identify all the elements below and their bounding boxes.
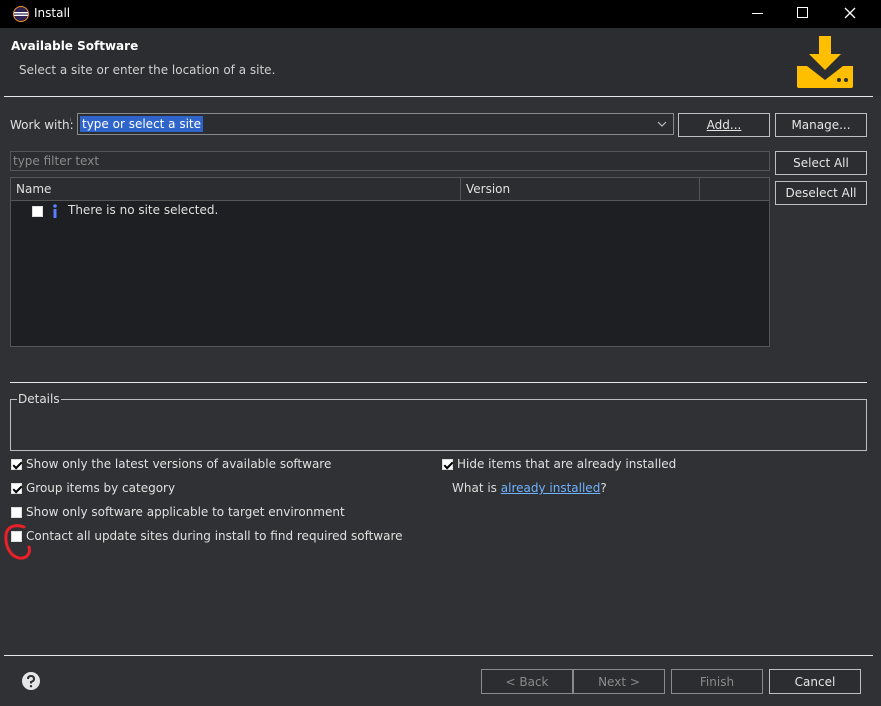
what-is-installed-text: What is already installed?	[452, 481, 607, 495]
what-is-prefix: What is	[452, 481, 497, 495]
select-all-button[interactable]: Select All	[775, 151, 867, 175]
contact-all-sites-label[interactable]: Contact all update sites during install …	[26, 529, 403, 543]
minimize-button[interactable]	[752, 13, 763, 14]
latest-versions-label[interactable]: Show only the latest versions of availab…	[26, 457, 331, 471]
column-divider	[460, 178, 461, 200]
empty-message: There is no site selected.	[68, 203, 219, 217]
dialog-header: Available Software Select a site or ente…	[0, 28, 881, 96]
footer-separator	[4, 655, 873, 656]
help-icon[interactable]	[21, 671, 41, 691]
info-icon	[51, 203, 59, 219]
back-button[interactable]: < Back	[481, 669, 573, 694]
page-subtitle: Select a site or enter the location of a…	[19, 63, 276, 77]
finish-button[interactable]: Finish	[671, 669, 763, 694]
group-by-category-label[interactable]: Group items by category	[26, 481, 175, 495]
software-table[interactable]: Name Version There is no site selected.	[10, 177, 770, 347]
maximize-button[interactable]	[797, 7, 808, 18]
already-installed-link[interactable]: already installed	[501, 481, 601, 495]
title-bar: Install	[0, 0, 881, 28]
red-circle-annotation	[2, 522, 34, 562]
filter-input[interactable]: type filter text	[13, 154, 99, 168]
next-button[interactable]: Next >	[573, 669, 665, 694]
filter-input-box[interactable]: type filter text	[10, 151, 770, 171]
header-separator	[4, 96, 873, 97]
target-environment-checkbox[interactable]	[11, 507, 22, 518]
table-header: Name Version	[11, 178, 769, 201]
target-environment-label[interactable]: Show only software applicable to target …	[26, 505, 345, 519]
page-title: Available Software	[11, 39, 139, 53]
close-button[interactable]	[840, 4, 860, 24]
what-is-suffix: ?	[600, 481, 607, 495]
manage-button[interactable]: Manage...	[775, 113, 867, 137]
download-icon	[795, 34, 855, 90]
group-by-category-checkbox[interactable]	[11, 483, 22, 494]
cancel-button[interactable]: Cancel	[769, 669, 861, 694]
table-row[interactable]: There is no site selected.	[11, 202, 769, 220]
info-marker-icon: ᵢ	[70, 114, 72, 123]
column-name[interactable]: Name	[16, 182, 51, 196]
eclipse-app-icon	[13, 6, 29, 22]
work-with-input[interactable]: type or select a site	[80, 116, 204, 132]
column-divider	[699, 178, 700, 200]
deselect-all-button[interactable]: Deselect All	[775, 181, 867, 205]
latest-versions-checkbox[interactable]	[11, 459, 22, 470]
window-title: Install	[34, 6, 71, 20]
add-button[interactable]: Add...	[678, 113, 770, 137]
details-separator	[10, 382, 867, 383]
hide-installed-checkbox[interactable]	[442, 459, 453, 470]
work-with-combo[interactable]: type or select a site	[77, 113, 674, 135]
row-checkbox[interactable]	[32, 206, 43, 217]
hide-installed-label[interactable]: Hide items that are already installed	[457, 457, 676, 471]
column-version[interactable]: Version	[466, 182, 510, 196]
work-with-label: Work with:	[10, 118, 74, 132]
chevron-down-icon[interactable]	[656, 118, 668, 130]
details-group: Details	[10, 392, 867, 451]
details-label: Details	[17, 392, 61, 406]
close-icon	[844, 7, 856, 19]
